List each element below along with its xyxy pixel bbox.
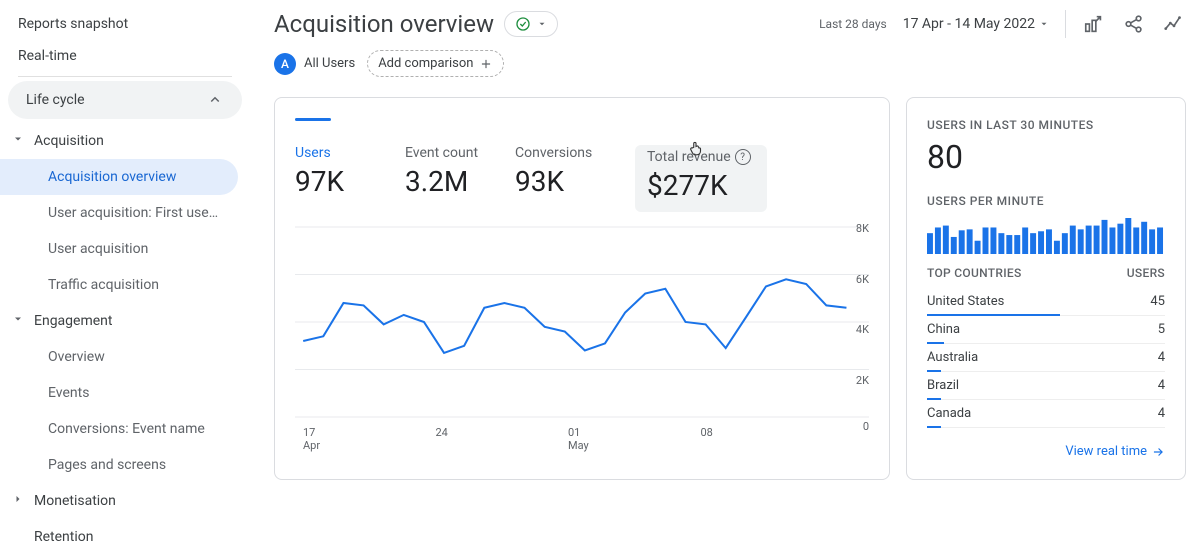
sidebar-item-realtime[interactable]: Real-time [0,40,238,72]
divider [18,76,232,77]
sidebar-section-monetisation[interactable]: Monetisation [0,483,238,519]
users-chart: 8K 6K 4K 2K 0 17Apr2401May08 [295,222,869,452]
caret-down-icon [1039,19,1049,29]
y-tick: 4K [856,323,869,336]
sidebar-group-label: Life cycle [26,92,85,108]
checkmark-circle-icon [515,16,531,32]
caret-down-icon [537,19,547,29]
sidebar-item[interactable]: Overview [0,339,238,375]
realtime-value: 80 [927,138,1165,176]
customize-report-icon[interactable] [1082,12,1106,36]
countries-head-left: TOP COUNTRIES [927,266,1022,280]
filter-chip-all-users[interactable]: A All Users [274,53,355,75]
country-row: China5 [927,316,1165,344]
sidebar-item[interactable]: Acquisition overview [0,159,238,195]
overview-card: Users 97K Event count 3.2M Conversions 93K Tot… [274,97,890,480]
country-row: Australia4 [927,344,1165,372]
sidebar-item[interactable]: Events [0,375,238,411]
arrow-right-icon [1151,445,1165,459]
metric-label: Total revenue ? [647,149,751,165]
sidebar-section-retention[interactable]: Retention [0,519,238,542]
date-label: Last 28 days [819,17,887,31]
sidebar-group-lifecycle[interactable]: Life cycle [8,81,242,119]
add-comparison-button[interactable]: Add comparison [367,50,504,77]
metric-value: 97K [295,165,385,198]
y-tick: 6K [856,273,869,286]
plus-icon [479,57,493,71]
filter-chip-label: All Users [304,56,355,71]
cursor-hand-icon [687,139,705,157]
date-range-picker[interactable]: 17 Apr - 14 May 2022 [903,16,1049,32]
filter-bar: A All Users Add comparison [274,50,1186,77]
topbar: Acquisition overview Last 28 days 17 Apr… [274,10,1186,38]
filter-chip-letter: A [274,53,296,75]
y-tick: 8K [856,222,869,235]
sidebar-section-engagement[interactable]: Engagement [0,303,238,339]
country-row: Brazil4 [927,372,1165,400]
metric-label: Users [295,145,385,161]
metric-label: Event count [405,145,495,161]
metric-tile[interactable]: Users 97K [295,145,405,212]
realtime-card: USERS IN LAST 30 MINUTES 80 USERS PER MI… [906,97,1186,480]
caret-right-icon [12,493,24,509]
sidebar-item-reports-snapshot[interactable]: Reports snapshot [0,8,238,40]
users-per-minute-sparkline [927,214,1165,254]
line-chart-svg [295,222,869,422]
sidebar-item[interactable]: Pages and screens [0,447,238,483]
chevron-up-icon [206,91,224,109]
status-pill[interactable] [504,11,558,37]
sidebar-item[interactable]: Conversions: Event name [0,411,238,447]
insights-icon[interactable] [1162,12,1186,36]
x-tick: 08 [701,426,834,452]
country-row: United States45 [927,288,1165,316]
sidebar-item[interactable]: User acquisition [0,231,238,267]
metric-tile[interactable]: Total revenue ? $277K [635,145,767,212]
realtime-title: USERS IN LAST 30 MINUTES [927,118,1165,132]
active-tab-indicator [295,118,331,121]
countries-head-right: USERS [1127,266,1165,280]
y-tick: 0 [863,420,869,433]
share-icon[interactable] [1122,12,1146,36]
sidebar: Reports snapshot Real-time Life cycle Ac… [0,0,250,542]
metric-tile[interactable]: Event count 3.2M [405,145,515,212]
metric-label: Conversions [515,145,605,161]
divider [1065,10,1066,38]
metric-value: 93K [515,165,605,198]
main-content: Acquisition overview Last 28 days 17 Apr… [250,0,1200,542]
sidebar-item[interactable]: Traffic acquisition [0,267,238,303]
x-tick: 17Apr [303,426,436,452]
metric-value: 3.2M [405,165,495,198]
help-icon[interactable]: ? [735,149,751,165]
caret-down-icon [12,313,24,329]
sidebar-item[interactable]: User acquisition: First user … [0,195,238,231]
x-tick: 01May [568,426,701,452]
metrics-row: Users 97K Event count 3.2M Conversions 93K Tot… [295,145,869,212]
sidebar-section-acquisition[interactable]: Acquisition [0,123,238,159]
x-tick: 24 [436,426,569,452]
view-realtime-link[interactable]: View real time [927,444,1165,459]
caret-down-icon [12,133,24,149]
metric-tile[interactable]: Conversions 93K [515,145,625,212]
page-title: Acquisition overview [274,10,494,38]
y-tick: 2K [856,374,869,387]
country-row: Canada4 [927,400,1165,428]
upm-title: USERS PER MINUTE [927,194,1165,208]
country-bar [927,426,941,428]
metric-value: $277K [647,169,751,202]
